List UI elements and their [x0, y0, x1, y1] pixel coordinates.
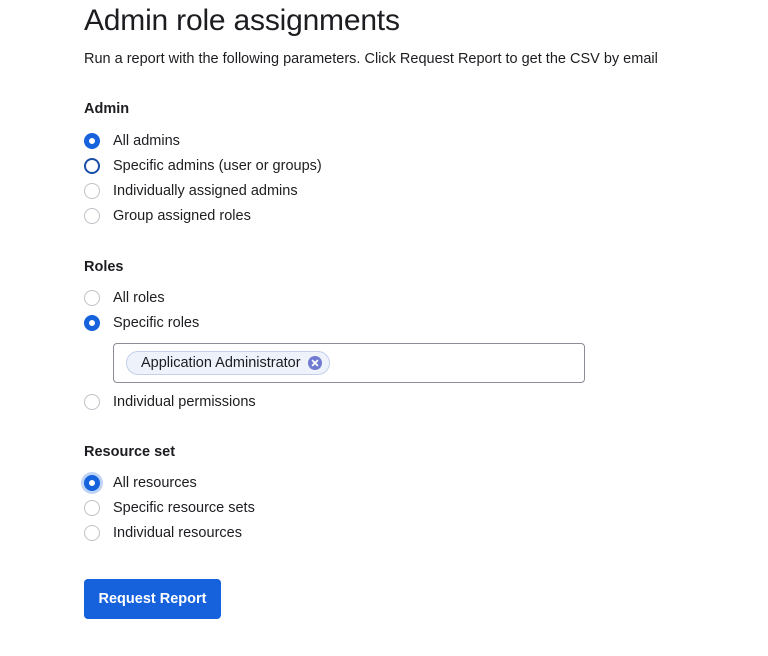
- roles-multiselect-input[interactable]: Application Administrator: [113, 343, 585, 383]
- radio-button[interactable]: [84, 315, 100, 331]
- radio-button[interactable]: [84, 133, 100, 149]
- page-description: Run a report with the following paramete…: [84, 51, 658, 67]
- close-circle-icon[interactable]: [307, 356, 322, 370]
- radio-label: Specific resource sets: [113, 500, 255, 516]
- radio-label: Specific admins (user or groups): [113, 158, 322, 174]
- request-report-button[interactable]: Request Report: [84, 579, 221, 619]
- radio-label: Individually assigned admins: [113, 183, 298, 199]
- role-chip-label: Application Administrator: [141, 355, 301, 371]
- radio-button[interactable]: [84, 183, 100, 199]
- radio-button[interactable]: [84, 475, 100, 491]
- radio-button[interactable]: [84, 500, 100, 516]
- roles-section-label: Roles: [84, 259, 124, 275]
- radio-button[interactable]: [84, 525, 100, 541]
- radio-all-resources[interactable]: All resources: [84, 472, 197, 494]
- radio-label: Individual resources: [113, 525, 242, 541]
- radio-label: Specific roles: [113, 315, 200, 331]
- radio-button[interactable]: [84, 208, 100, 224]
- radio-specific-admins[interactable]: Specific admins (user or groups): [84, 155, 322, 177]
- page-title: Admin role assignments: [84, 4, 400, 37]
- radio-label: Group assigned roles: [113, 208, 251, 224]
- radio-specific-resource-sets[interactable]: Specific resource sets: [84, 497, 255, 519]
- radio-label: All admins: [113, 133, 180, 149]
- radio-specific-roles[interactable]: Specific roles: [84, 312, 199, 334]
- radio-individually-assigned-admins[interactable]: Individually assigned admins: [84, 180, 298, 202]
- radio-button[interactable]: [84, 158, 100, 174]
- radio-label: All resources: [113, 475, 197, 491]
- resource-set-section-label: Resource set: [84, 444, 176, 460]
- radio-button[interactable]: [84, 394, 100, 410]
- radio-all-roles[interactable]: All roles: [84, 287, 165, 309]
- role-chip: Application Administrator: [126, 351, 330, 375]
- radio-individual-resources[interactable]: Individual resources: [84, 522, 242, 544]
- radio-all-admins[interactable]: All admins: [84, 130, 180, 152]
- admin-section-label: Admin: [84, 101, 130, 117]
- radio-label: All roles: [113, 290, 165, 306]
- radio-group-assigned-roles[interactable]: Group assigned roles: [84, 205, 251, 227]
- radio-button[interactable]: [84, 290, 100, 306]
- radio-label: Individual permissions: [113, 394, 256, 410]
- radio-individual-permissions[interactable]: Individual permissions: [84, 391, 256, 413]
